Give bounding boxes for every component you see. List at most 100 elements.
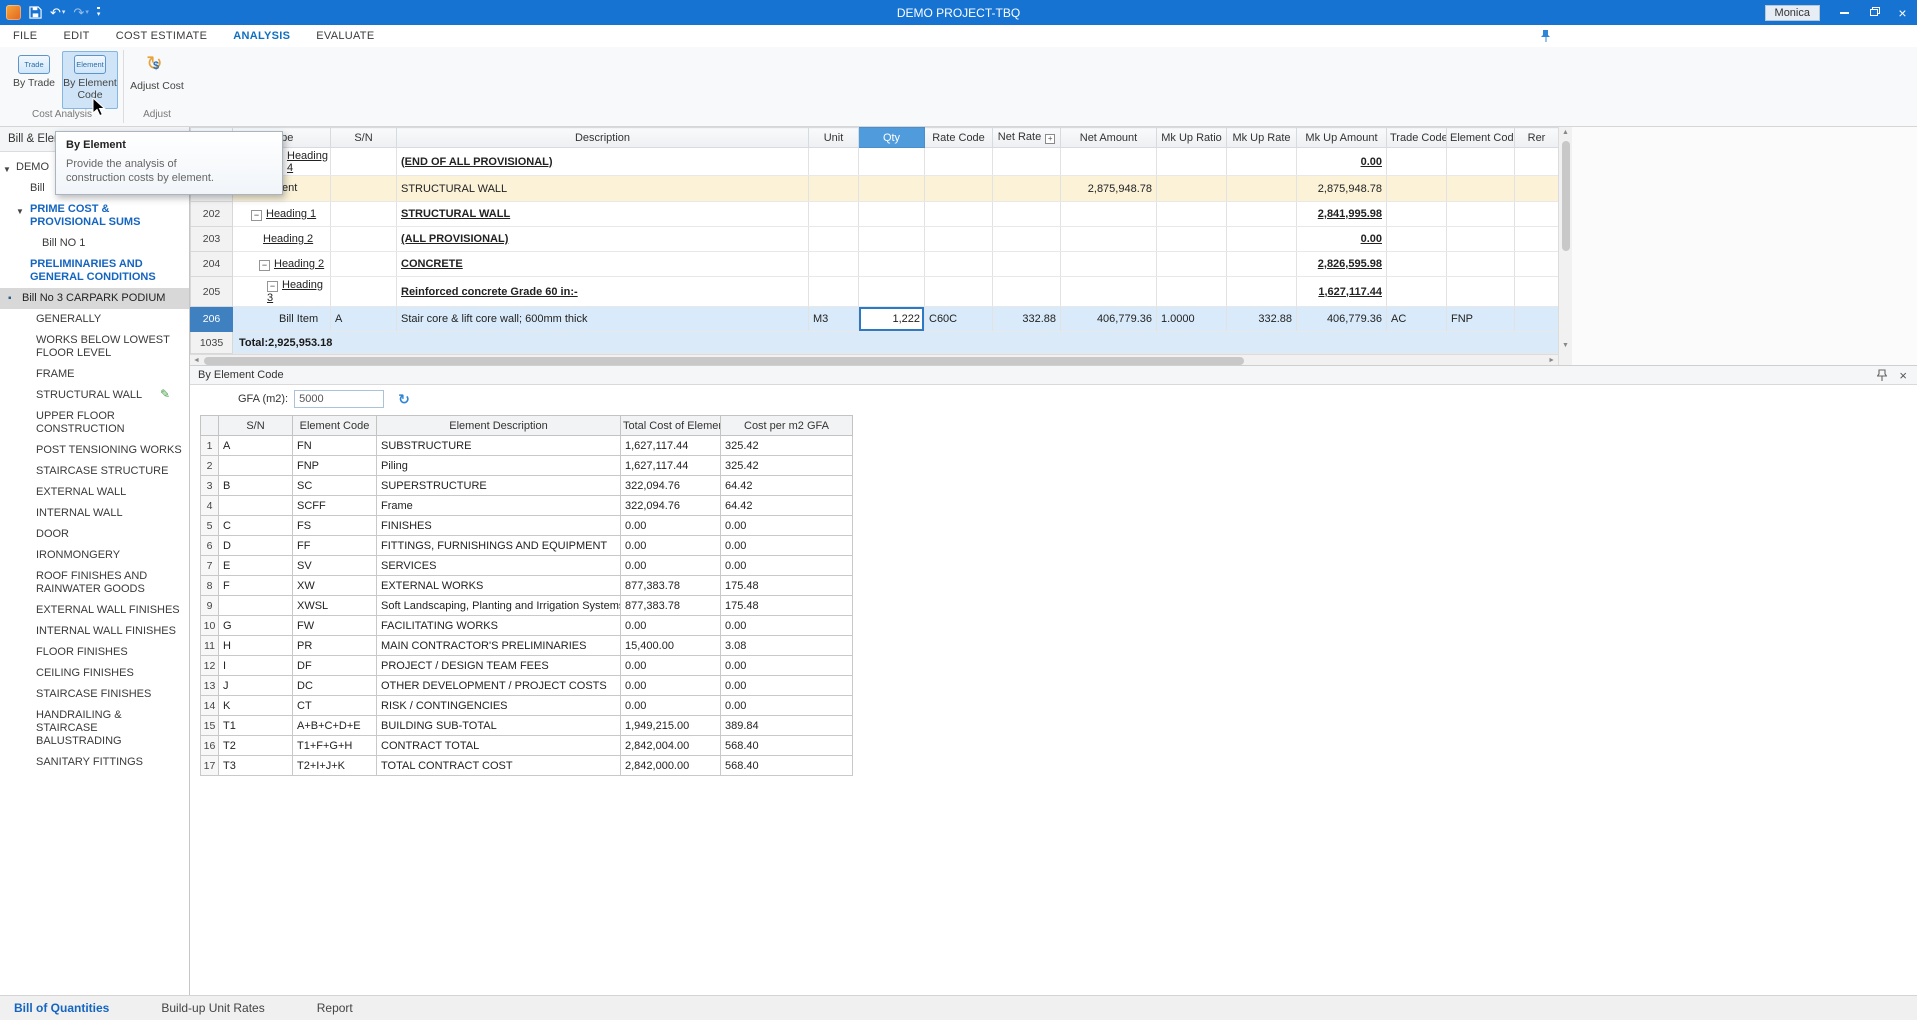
redo-button[interactable]: ↷▾: [73, 6, 88, 19]
cell-element-description[interactable]: CONTRACT TOTAL: [377, 736, 621, 756]
cell-mkup-ratio[interactable]: 1.0000: [1157, 307, 1227, 332]
cell-unit[interactable]: M3: [809, 307, 859, 332]
cell[interactable]: [331, 148, 397, 176]
cell-total-cost[interactable]: 322,094.76: [621, 476, 721, 496]
undo-button[interactable]: ↶▾: [50, 6, 65, 19]
header-description[interactable]: Description: [397, 128, 809, 148]
column-options-icon[interactable]: +: [1045, 134, 1055, 144]
vertical-scrollbar[interactable]: ▲ ▼: [1558, 127, 1572, 365]
cell[interactable]: [809, 202, 859, 227]
scroll-down-icon[interactable]: ▼: [1562, 342, 1569, 349]
cell-element-code[interactable]: T1+F+G+H: [293, 736, 377, 756]
tab-edit[interactable]: EDIT: [50, 25, 102, 47]
cell[interactable]: [1447, 176, 1515, 202]
scrollbar-thumb[interactable]: [1562, 141, 1570, 251]
cell[interactable]: [1447, 252, 1515, 277]
tree-item-works-below-lowest-floor-level[interactable]: WORKS BELOW LOWEST FLOOR LEVEL: [0, 330, 189, 364]
cell-mkup-amount[interactable]: 406,779.36: [1297, 307, 1387, 332]
tree-item-roof-finishes-and-rainwater-goods[interactable]: ROOF FINISHES AND RAINWATER GOODS: [0, 566, 189, 600]
cell-element-description[interactable]: Piling: [377, 456, 621, 476]
tree-item-preliminaries-general-conditions[interactable]: PRELIMINARIES AND GENERAL CONDITIONS: [0, 254, 189, 288]
cell-description[interactable]: CONCRETE: [397, 252, 809, 277]
cell-trade-code[interactable]: AC: [1387, 307, 1447, 332]
element-cost-row[interactable]: 5 C FS FINISHES 0.00 0.00: [201, 516, 853, 536]
cell[interactable]: [1447, 148, 1515, 176]
element-cost-row[interactable]: 8 F XW EXTERNAL WORKS 877,383.78 175.48: [201, 576, 853, 596]
element-cost-row[interactable]: 12 I DF PROJECT / DESIGN TEAM FEES 0.00 …: [201, 656, 853, 676]
cell[interactable]: [1447, 277, 1515, 307]
tree-item-handrailing-staircase-balustrading[interactable]: HANDRAILING & STAIRCASE BALUSTRADING: [0, 705, 189, 752]
panel-pin-icon[interactable]: [1877, 369, 1887, 382]
cell[interactable]: [1387, 227, 1447, 252]
cell[interactable]: [859, 227, 925, 252]
cell-sn[interactable]: [219, 496, 293, 516]
element-cost-row[interactable]: 7 E SV SERVICES 0.00 0.00: [201, 556, 853, 576]
cell-element-code[interactable]: PR: [293, 636, 377, 656]
cell-qty-focused[interactable]: 1,222: [859, 307, 925, 332]
header-rate-code[interactable]: Rate Code: [925, 128, 993, 148]
cell[interactable]: [925, 252, 993, 277]
cell-cost-per-m2[interactable]: 389.84: [721, 716, 853, 736]
element-cost-row[interactable]: 4 SCFF Frame 322,094.76 64.42: [201, 496, 853, 516]
tree-item-internal-wall[interactable]: INTERNAL WALL: [0, 503, 189, 524]
cell-net-amount[interactable]: 406,779.36: [1061, 307, 1157, 332]
cell[interactable]: [1447, 202, 1515, 227]
cell-element-code[interactable]: DF: [293, 656, 377, 676]
cell-type[interactable]: −Heading 2: [233, 252, 331, 277]
adjust-cost-button[interactable]: ↻ $ Adjust Cost: [129, 51, 185, 109]
header-remarks[interactable]: Rer: [1515, 128, 1559, 148]
cell-element-description[interactable]: TOTAL CONTRACT COST: [377, 756, 621, 776]
cell-type[interactable]: −Heading 3: [233, 277, 331, 307]
tab-build-up-unit-rates[interactable]: Build-up Unit Rates: [161, 1001, 264, 1015]
cell-element-description[interactable]: FINISHES: [377, 516, 621, 536]
minimize-button[interactable]: [1830, 0, 1859, 25]
cell[interactable]: [1227, 277, 1297, 307]
header-sn[interactable]: S/N: [219, 416, 293, 436]
element-cost-row[interactable]: 6 D FF FITTINGS, FURNISHINGS AND EQUIPME…: [201, 536, 853, 556]
header-trade-code[interactable]: Trade Code: [1387, 128, 1447, 148]
cell-description[interactable]: (END OF ALL PROVISIONAL): [397, 148, 809, 176]
cell[interactable]: [1387, 148, 1447, 176]
tree-item-staircase-structure[interactable]: STAIRCASE STRUCTURE: [0, 461, 189, 482]
cell-element-code[interactable]: FW: [293, 616, 377, 636]
cell-cost-per-m2[interactable]: 64.42: [721, 496, 853, 516]
cell-element-code[interactable]: CT: [293, 696, 377, 716]
cell-element-description[interactable]: Frame: [377, 496, 621, 516]
cell-total-cost[interactable]: 0.00: [621, 676, 721, 696]
tab-report[interactable]: Report: [317, 1001, 353, 1015]
cell-sn[interactable]: B: [219, 476, 293, 496]
grid-row-202[interactable]: 202 −Heading 1 STRUCTURAL WALL 2,841,995…: [191, 202, 1559, 227]
element-cost-row[interactable]: 11 H PR MAIN CONTRACTOR'S PRELIMINARIES …: [201, 636, 853, 656]
cell[interactable]: [1227, 148, 1297, 176]
cell-rate-code[interactable]: C60C: [925, 307, 993, 332]
tree-item-external-wall[interactable]: EXTERNAL WALL: [0, 482, 189, 503]
cell[interactable]: [1515, 227, 1559, 252]
cell[interactable]: [1515, 277, 1559, 307]
collapse-icon[interactable]: −: [251, 210, 262, 221]
tree-item-prime-cost-provisional-sums[interactable]: ▼PRIME COST & PROVISIONAL SUMS: [0, 199, 189, 233]
grid-row-heading4[interactable]: Heading 4 (END OF ALL PROVISIONAL) 0.00: [191, 148, 1559, 176]
cell-sn[interactable]: T3: [219, 756, 293, 776]
tree-item-door[interactable]: DOOR: [0, 524, 189, 545]
header-mkup-amount[interactable]: Mk Up Amount: [1297, 128, 1387, 148]
cell[interactable]: [1061, 148, 1157, 176]
cell[interactable]: [1227, 227, 1297, 252]
header-qty[interactable]: Qty: [859, 128, 925, 148]
tree-item-external-wall-finishes[interactable]: EXTERNAL WALL FINISHES: [0, 600, 189, 621]
cell-element-code[interactable]: SC: [293, 476, 377, 496]
tab-evaluate[interactable]: EVALUATE: [303, 25, 387, 47]
element-cost-row[interactable]: 9 XWSL Soft Landscaping, Planting and Ir…: [201, 596, 853, 616]
cell[interactable]: [809, 148, 859, 176]
cell-cost-per-m2[interactable]: 0.00: [721, 516, 853, 536]
grid-row-element[interactable]: −Element STRUCTURAL WALL 2,875,948.78 2,…: [191, 176, 1559, 202]
cell-total-cost[interactable]: 0.00: [621, 556, 721, 576]
expand-icon[interactable]: ▼: [16, 205, 24, 218]
cell-cost-per-m2[interactable]: 568.40: [721, 736, 853, 756]
cell[interactable]: [1515, 307, 1559, 332]
cell[interactable]: [1227, 252, 1297, 277]
header-mkup-ratio[interactable]: Mk Up Ratio: [1157, 128, 1227, 148]
cell-sn[interactable]: A: [331, 307, 397, 332]
cell[interactable]: [1061, 227, 1157, 252]
element-cost-row[interactable]: 10 G FW FACILITATING WORKS 0.00 0.00: [201, 616, 853, 636]
cell-cost-per-m2[interactable]: 175.48: [721, 596, 853, 616]
